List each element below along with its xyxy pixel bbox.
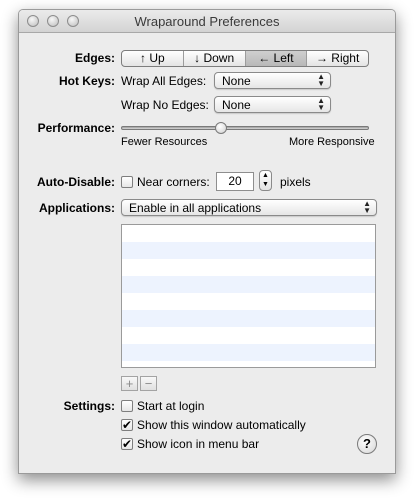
performance-slider-knob[interactable] (215, 122, 228, 134)
checkmark-icon: ✔ (122, 418, 133, 432)
checkmark-icon: ✔ (122, 437, 133, 451)
edge-left-segment[interactable]: ← Left (245, 51, 308, 66)
pixels-unit-label: pixels (280, 175, 311, 189)
show-window-checkbox[interactable]: ✔ (121, 419, 133, 431)
wrap-all-edges-label: Wrap All Edges: (121, 74, 207, 88)
performance-label: Performance: (37, 121, 115, 135)
list-row (122, 361, 375, 367)
list-row (122, 327, 375, 344)
popup-arrows-icon: ▲ ▼ (317, 96, 325, 112)
near-corners-label: Near corners: (137, 175, 210, 189)
corner-pixels-stepper[interactable]: ▲ ▼ (259, 170, 272, 191)
more-responsive-label: More Responsive (289, 136, 375, 148)
applications-list[interactable] (121, 224, 376, 368)
help-button[interactable]: ? (357, 434, 377, 454)
wrap-all-edges-value: None (222, 74, 251, 88)
near-corners-checkbox[interactable] (121, 176, 133, 188)
wrap-no-edges-popup[interactable]: None ▲ ▼ (214, 96, 331, 113)
list-row (122, 310, 375, 327)
edge-right-segment[interactable]: → Right (307, 51, 368, 66)
applications-value: Enable in all applications (129, 201, 262, 215)
fewer-resources-label: Fewer Resources (121, 136, 208, 148)
remove-application-button[interactable]: − (140, 376, 157, 391)
start-at-login-checkbox[interactable] (121, 400, 133, 412)
list-row (122, 225, 375, 242)
wrap-no-edges-label: Wrap No Edges: (121, 98, 209, 112)
performance-slider-track[interactable] (121, 126, 369, 130)
show-icon-checkbox[interactable]: ✔ (121, 438, 133, 450)
window-title: Wraparound Preferences (134, 14, 280, 29)
list-row (122, 259, 375, 276)
corner-pixels-field[interactable]: 20 (216, 172, 254, 191)
preferences-window: Wraparound Preferences Edges: ↑ Up ↓ Dow… (18, 9, 396, 474)
applications-label: Applications: (38, 201, 115, 215)
edges-label: Edges: (74, 51, 115, 65)
edge-up-segment[interactable]: ↑ Up (122, 51, 184, 66)
add-application-button[interactable]: + (121, 376, 138, 391)
show-window-label: Show this window automatically (137, 418, 306, 432)
list-row (122, 293, 375, 310)
edges-segmented-control: ↑ Up ↓ Down ← Left → Right (121, 50, 369, 67)
list-row (122, 344, 375, 361)
wrap-no-edges-value: None (222, 98, 251, 112)
popup-arrows-icon: ▲ ▼ (363, 199, 371, 215)
settings-label: Settings: (63, 399, 115, 413)
start-at-login-label: Start at login (137, 399, 205, 413)
list-row (122, 242, 375, 259)
applications-popup[interactable]: Enable in all applications ▲ ▼ (121, 199, 377, 216)
title-bar: Wraparound Preferences (19, 10, 395, 33)
list-row (122, 276, 375, 293)
edge-down-segment[interactable]: ↓ Down (184, 51, 246, 66)
auto-disable-label: Auto-Disable: (37, 175, 115, 189)
hotkeys-label: Hot Keys: (58, 74, 115, 88)
wrap-all-edges-popup[interactable]: None ▲ ▼ (214, 72, 331, 89)
popup-arrows-icon: ▲ ▼ (317, 72, 325, 88)
show-icon-label: Show icon in menu bar (137, 437, 260, 451)
